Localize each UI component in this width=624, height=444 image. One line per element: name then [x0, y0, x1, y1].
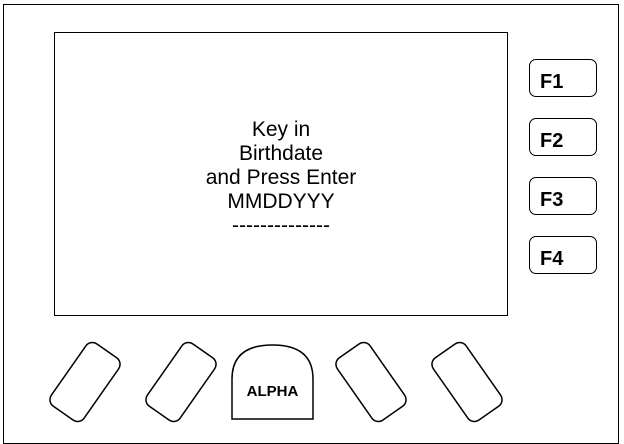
- f2-button[interactable]: F2: [529, 118, 597, 156]
- prompt-line-2: Birthdate: [238, 142, 324, 165]
- date-format-hint: MMDDYYY: [227, 190, 335, 213]
- alpha-key-shape: [231, 344, 314, 420]
- f3-button[interactable]: F3: [529, 177, 597, 215]
- alpha-key[interactable]: ALPHA: [230, 343, 315, 421]
- f1-label: F1: [540, 71, 564, 93]
- soft-key-1[interactable]: [40, 334, 130, 430]
- f2-label: F2: [540, 130, 564, 152]
- f4-label: F4: [540, 248, 564, 270]
- prompt-line-1: Key in: [251, 118, 311, 141]
- f3-label: F3: [540, 189, 564, 211]
- display-screen: Key in Birthdate and Press Enter MMDDYYY…: [54, 32, 508, 316]
- input-placeholder-dashes: --------------: [232, 214, 330, 237]
- f4-button[interactable]: F4: [529, 236, 597, 274]
- prompt-line-3: and Press Enter: [205, 166, 357, 189]
- soft-key-4[interactable]: [326, 334, 416, 430]
- soft-key-2[interactable]: [136, 334, 226, 430]
- f1-button[interactable]: F1: [529, 59, 597, 97]
- alpha-key-label: ALPHA: [246, 383, 299, 400]
- soft-key-5[interactable]: [422, 334, 512, 430]
